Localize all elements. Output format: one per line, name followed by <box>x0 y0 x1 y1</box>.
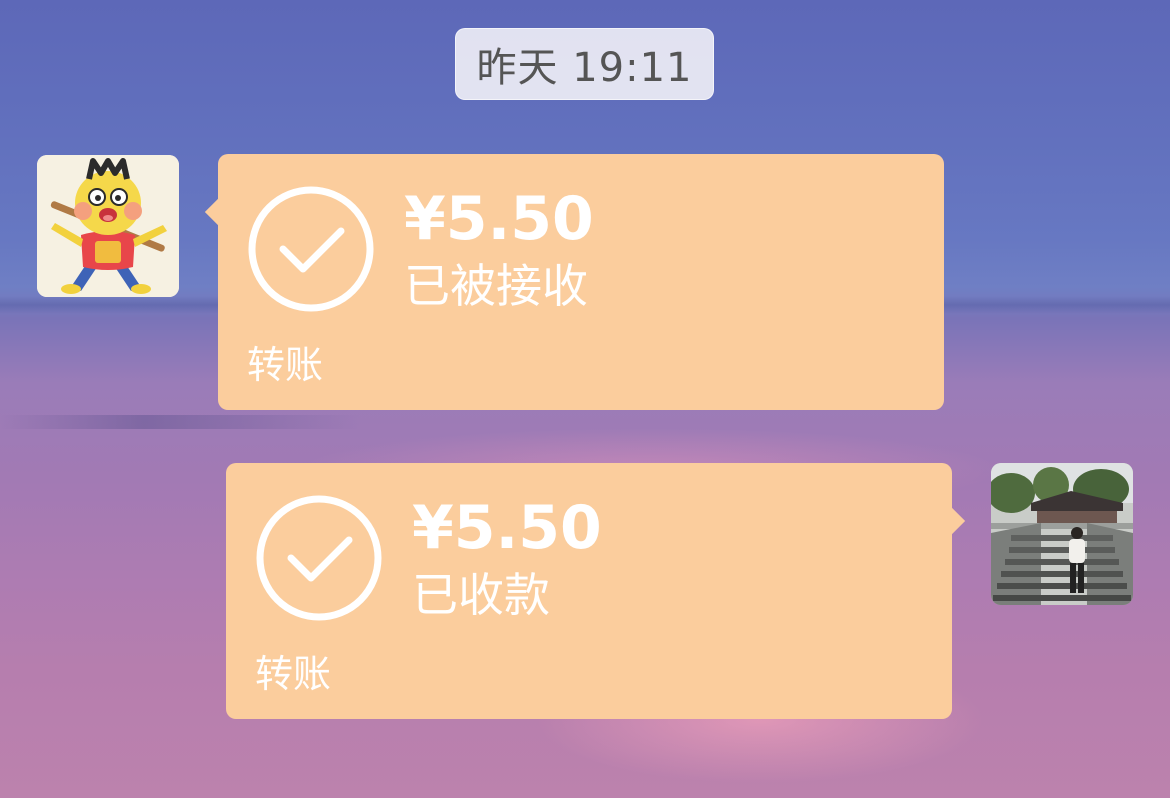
wallpaper-shore <box>0 415 360 429</box>
check-circle-icon <box>248 186 374 312</box>
transfer-status: 已收款 <box>412 568 550 622</box>
transfer-amount: ¥5.50 <box>404 184 594 254</box>
chat-timestamp: 昨天 19:11 <box>455 28 714 100</box>
transfer-label: 转账 <box>247 343 324 387</box>
contact-avatar[interactable] <box>37 155 179 297</box>
transfer-message-sent[interactable]: ¥5.50 已收款 转账 <box>226 463 966 719</box>
transfer-label: 转账 <box>255 652 332 696</box>
check-circle-icon <box>256 495 382 621</box>
transfer-status: 已被接收 <box>404 259 588 313</box>
photo-avatar-image <box>991 463 1133 605</box>
transfer-message-received[interactable]: ¥5.50 已被接收 转账 <box>204 154 944 410</box>
user-avatar[interactable] <box>991 463 1133 605</box>
transfer-amount: ¥5.50 <box>412 493 602 563</box>
bubble-divider <box>226 645 952 646</box>
cartoon-avatar-image <box>37 155 179 297</box>
bubble-divider <box>218 336 944 337</box>
